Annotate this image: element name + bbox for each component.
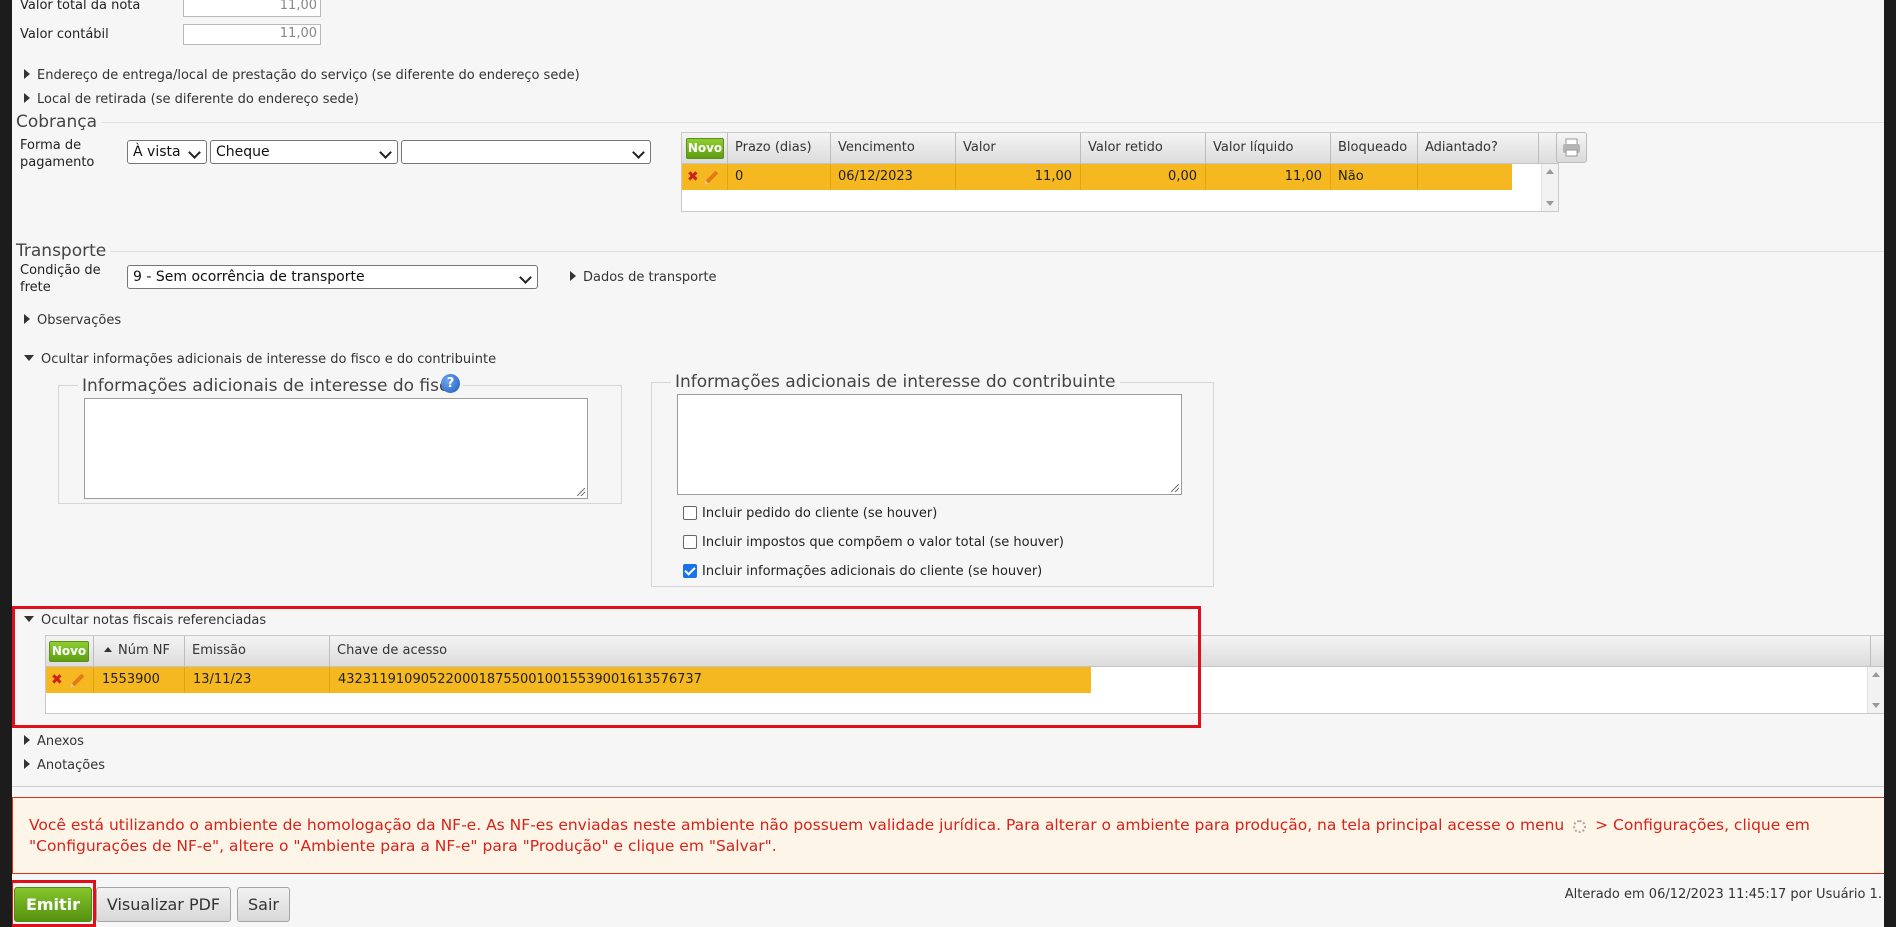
endereco-entrega-toggle[interactable]: Endereço de entrega/local de prestação d… (24, 68, 580, 83)
collapse-arrow-icon (24, 355, 34, 361)
row-actions: ✖ (682, 164, 728, 190)
col-valor-retido[interactable]: Valor retido (1081, 133, 1206, 163)
highlight-box-emitir (12, 880, 96, 927)
incluir-pedido-label: Incluir pedido do cliente (se houver) (702, 506, 938, 521)
cell-adiantado (1418, 164, 1512, 190)
novo-parcela-button[interactable]: Novo (686, 138, 724, 159)
valor-total-field[interactable]: 11,00 (183, 0, 321, 17)
col-adiantado[interactable]: Adiantado? (1418, 133, 1539, 163)
cell-valor-liquido: 11,00 (1206, 164, 1331, 190)
chevron-down-icon (188, 146, 201, 159)
parcelas-grid: Novo Prazo (dias) Vencimento Valor Valor… (681, 132, 1559, 212)
incluir-info-cliente-label: Incluir informações adicionais do client… (702, 564, 1043, 579)
extra-pagamento-select[interactable] (401, 140, 651, 164)
parcela-row[interactable]: ✖ 0 06/12/2023 11,00 0,00 11,00 Não (682, 164, 1512, 190)
expand-arrow-icon (570, 271, 576, 281)
scroll-down-icon[interactable] (1872, 703, 1880, 708)
col-prazo[interactable]: Prazo (dias) (728, 133, 831, 163)
delete-icon[interactable]: ✖ (687, 164, 699, 190)
help-icon[interactable]: ? (441, 374, 460, 393)
edit-pencil-icon[interactable] (705, 170, 719, 184)
incluir-pedido-checkbox[interactable] (683, 506, 697, 520)
contribuinte-legend: Informações adicionais de interesse do c… (671, 372, 1120, 392)
observacoes-label: Observações (37, 313, 122, 328)
highlight-box-referenciadas (12, 606, 1201, 728)
condicao-frete-select[interactable]: 9 - Sem ocorrência de transporte (127, 265, 538, 289)
expand-arrow-icon (24, 735, 30, 745)
valor-contabil-field[interactable]: 11,00 (183, 24, 321, 45)
incluir-impostos-label: Incluir impostos que compõem o valor tot… (702, 535, 1064, 550)
expand-arrow-icon (24, 93, 30, 103)
gear-icon (1573, 820, 1587, 833)
expand-arrow-icon (24, 314, 30, 324)
anexos-toggle[interactable]: Anexos (24, 734, 84, 749)
cobranca-divider (82, 122, 1884, 123)
tipo-pagamento-select[interactable]: Cheque (210, 140, 398, 164)
incluir-impostos-checkbox[interactable] (683, 535, 697, 549)
warning-text-1: Você está utilizando o ambiente de homol… (29, 816, 1565, 834)
local-retirada-label: Local de retirada (se diferente do ender… (37, 92, 359, 107)
resize-grip-icon[interactable] (1171, 484, 1179, 492)
fisco-legend: Informações adicionais de interesse do f… (78, 376, 463, 396)
cell-vencimento: 06/12/2023 (831, 164, 956, 190)
col-valor-liquido[interactable]: Valor líquido (1206, 133, 1331, 163)
col-vencimento[interactable]: Vencimento (831, 133, 956, 163)
visualizar-pdf-button[interactable]: Visualizar PDF (96, 887, 231, 922)
observacoes-toggle[interactable]: Observações (24, 313, 121, 328)
referenciadas-scrollbar[interactable] (1867, 667, 1884, 713)
expand-arrow-icon (24, 759, 30, 769)
cell-valor: 11,00 (956, 164, 1081, 190)
condicao-frete-label: Condição de frete (20, 263, 101, 295)
prazo-select[interactable]: À vista (127, 140, 207, 164)
cell-bloqueado: Não (1331, 164, 1418, 190)
cobranca-legend: Cobrança (16, 112, 102, 132)
info-adicionais-toggle-label: Ocultar informações adicionais de intere… (41, 352, 497, 367)
anexos-label: Anexos (37, 734, 84, 749)
chevron-down-icon (519, 271, 532, 284)
info-adicionais-toggle[interactable]: Ocultar informações adicionais de intere… (24, 352, 496, 367)
local-retirada-toggle[interactable]: Local de retirada (se diferente do ender… (24, 92, 359, 107)
dados-transporte-toggle[interactable]: Dados de transporte (570, 270, 717, 285)
incluir-info-cliente-checkbox[interactable] (683, 564, 697, 578)
scroll-down-icon[interactable] (1546, 201, 1554, 206)
resize-grip-icon[interactable] (577, 488, 585, 496)
dados-transporte-label: Dados de transporte (583, 270, 717, 285)
parcelas-header: Novo Prazo (dias) Vencimento Valor Valor… (682, 133, 1558, 164)
chevron-down-icon (632, 146, 645, 159)
scroll-up-icon[interactable] (1872, 672, 1880, 677)
cell-prazo: 0 (728, 164, 831, 190)
valor-total-label: Valor total da nota (20, 0, 141, 13)
nfe-form-page: Valor total da nota 11,00 Valor contábil… (12, 0, 1884, 927)
col-valor[interactable]: Valor (956, 133, 1081, 163)
anotacoes-toggle[interactable]: Anotações (24, 758, 105, 773)
sair-button[interactable]: Sair (237, 887, 290, 922)
fisco-textarea[interactable] (84, 398, 588, 499)
endereco-entrega-label: Endereço de entrega/local de prestação d… (37, 68, 580, 83)
parcelas-scrollbar[interactable] (1541, 164, 1558, 211)
tipo-pagamento-value: Cheque (216, 144, 270, 160)
chevron-down-icon (379, 146, 392, 159)
printer-icon (1563, 138, 1580, 157)
col-bloqueado[interactable]: Bloqueado (1331, 133, 1418, 163)
cell-valor-retido: 0,00 (1081, 164, 1206, 190)
homologacao-warning: Você está utilizando o ambiente de homol… (12, 797, 1884, 874)
footer-divider (12, 786, 1884, 787)
forma-pagamento-label: Forma de pagamento (20, 138, 95, 170)
prazo-select-value: À vista (133, 144, 181, 160)
anotacoes-label: Anotações (37, 758, 106, 773)
condicao-frete-value: 9 - Sem ocorrência de transporte (133, 269, 365, 285)
scroll-up-icon[interactable] (1546, 169, 1554, 174)
transporte-legend: Transporte (16, 241, 111, 261)
print-button[interactable] (1556, 132, 1587, 163)
novo-col: Novo (682, 133, 728, 163)
expand-arrow-icon (24, 69, 30, 79)
transporte-divider (104, 251, 1884, 252)
contribuinte-textarea[interactable] (677, 394, 1182, 495)
valor-contabil-label: Valor contábil (20, 27, 109, 42)
last-modified-status: Alterado em 06/12/2023 11:45:17 por Usuá… (1564, 887, 1882, 902)
